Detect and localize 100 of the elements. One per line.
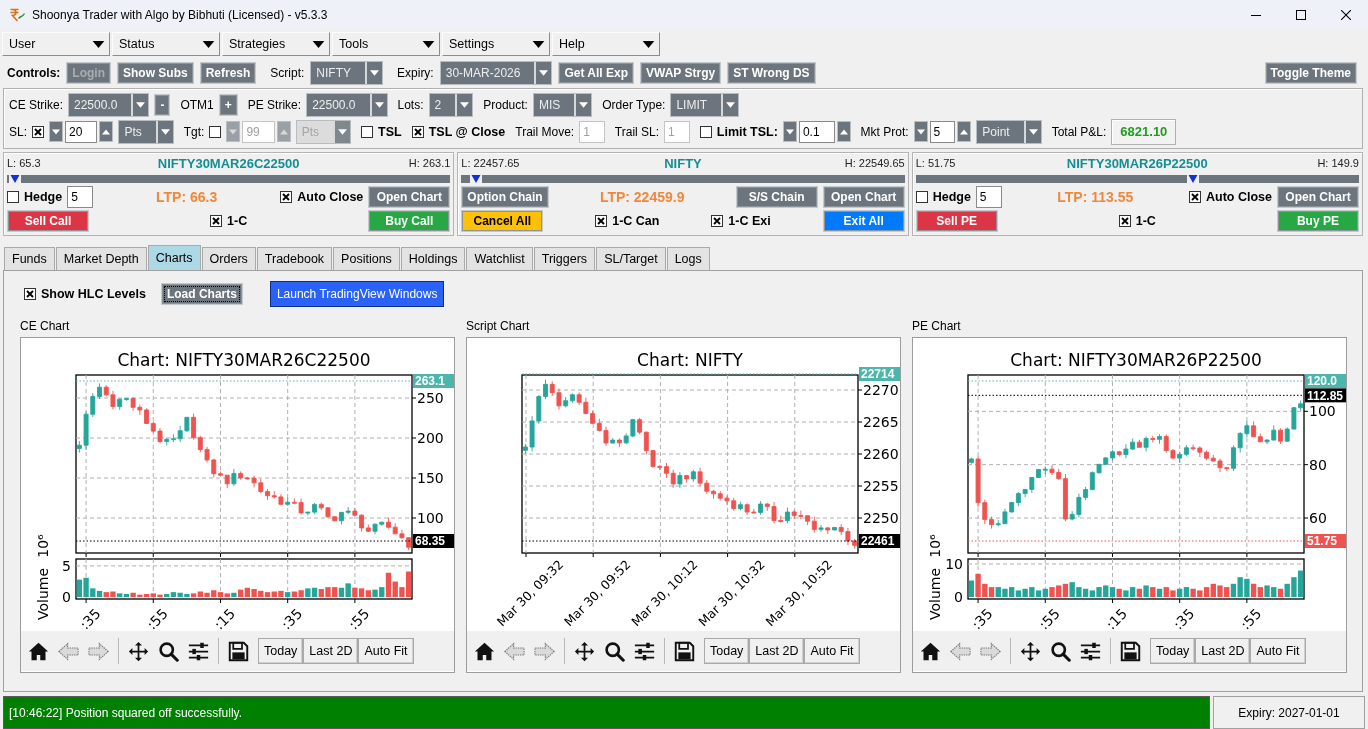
checkbox[interactable] [595,215,608,227]
last-2d-button[interactable]: Last 2D [303,638,359,664]
buy-pe-button[interactable]: Buy PE [1276,210,1359,232]
bar [1170,590,1176,598]
auto-fit-button[interactable]: Auto Fit [804,638,860,664]
checkbox[interactable] [1118,215,1131,227]
today-button[interactable]: Today [704,638,750,664]
checkbox[interactable] [915,191,928,203]
auto-fit-button[interactable]: Auto Fit [358,638,414,664]
notebook-tab[interactable]: Holdings [400,247,466,270]
menu-button[interactable]: Settings [442,32,550,56]
vwap-strgy-button[interactable]: VWAP Strgy [640,62,722,84]
text-field[interactable]: 5 [975,186,1002,208]
open-chart-button[interactable]: Open Chart [368,186,451,208]
notebook-tab[interactable]: Charts [147,245,201,270]
spin-up-button[interactable] [99,121,114,142]
refresh-button[interactable]: Refresh [199,62,257,84]
sliders-icon[interactable] [188,640,209,662]
bar [1210,583,1216,598]
bar [1002,588,1008,598]
home-icon[interactable] [474,640,495,662]
dropdown[interactable]: 22500.0 [68,92,150,117]
notebook-tab[interactable]: SL/Target [596,247,666,270]
notebook-tab[interactable]: Tradebook [256,247,333,270]
checkbox[interactable] [24,288,36,300]
menu-button[interactable]: Tools [332,32,440,56]
move-icon[interactable] [574,640,595,662]
checkbox[interactable] [361,125,374,138]
today-button[interactable]: Today [258,638,304,664]
checkbox[interactable] [411,125,424,138]
option-chain-button[interactable]: Option Chain [461,186,549,208]
sell-pe-button[interactable]: Sell PE [915,210,998,232]
number-field[interactable]: 0.1 [798,120,835,143]
checkbox[interactable] [699,125,712,138]
s-s-chain-button[interactable]: S/S Chain [735,186,818,208]
spin-up-button[interactable] [957,121,972,142]
checkbox[interactable] [210,215,223,227]
dropdown[interactable]: NIFTY [310,61,384,85]
buy-call-button[interactable]: Buy Call [368,210,451,232]
zoom-icon[interactable] [158,640,179,662]
cancel-all-button[interactable]: Cancel All [461,210,544,232]
notebook-tab[interactable]: Orders [201,247,256,270]
checkbox[interactable] [32,125,44,138]
menu-button[interactable]: User [2,32,110,56]
checkbox[interactable] [209,125,222,138]
spin-up-button[interactable] [836,121,851,142]
exit-all-button[interactable]: Exit All [822,210,905,232]
notebook-tab[interactable]: Triggers [533,247,596,270]
notebook-tab[interactable]: Funds [4,247,55,270]
save-icon[interactable] [1120,640,1141,662]
checkbox[interactable] [711,215,724,227]
today-button[interactable]: Today [1150,638,1196,664]
number-field[interactable]: 5 [929,120,956,143]
open-chart-button[interactable]: Open Chart [1277,186,1359,208]
sliders-icon[interactable] [1080,640,1101,662]
home-icon[interactable] [28,640,49,662]
dropdown[interactable]: 22500.0 [306,92,388,117]
dropdown[interactable]: LIMIT [670,92,740,117]
get-all-exp-button[interactable]: Get All Exp [558,62,634,84]
dropdown[interactable]: Point [976,119,1042,144]
dropdown[interactable]: MIS [532,92,593,117]
move-icon[interactable] [1020,640,1041,662]
dropdown[interactable]: Pts [118,119,174,144]
text-field[interactable]: 5 [67,186,93,208]
show-subs-button[interactable]: Show Subs [117,62,194,84]
spin-down-button[interactable] [49,121,63,142]
zoom-icon[interactable] [604,640,625,662]
save-icon[interactable] [228,640,249,662]
bar [1136,588,1143,598]
step-button[interactable]: - [154,93,171,116]
zoom-icon[interactable] [1050,640,1071,662]
last-2d-button[interactable]: Last 2D [749,638,805,664]
move-icon[interactable] [128,640,149,662]
checkbox[interactable] [280,191,293,203]
dropdown[interactable]: 2 [428,92,474,117]
save-icon[interactable] [674,640,695,662]
dropdown[interactable]: 30-MAR-2026 [439,61,553,85]
home-icon[interactable] [920,640,941,662]
number-field[interactable]: 20 [65,120,98,143]
open-chart-button[interactable]: Open Chart [822,186,905,208]
notebook-tab[interactable]: Watchlist [466,247,533,270]
st-wrong-ds-button[interactable]: ST Wrong DS [727,62,816,84]
step-button[interactable]: + [218,93,238,116]
auto-fit-button[interactable]: Auto Fit [1250,638,1306,664]
checkbox[interactable] [7,191,19,203]
spin-down-button[interactable] [782,121,797,142]
sell-call-button[interactable]: Sell Call [7,210,89,232]
notebook-tab[interactable]: Positions [333,247,400,270]
notebook-tab[interactable]: Logs [666,247,710,270]
checkbox[interactable] [1189,191,1201,203]
launch-tradingview-windows-button[interactable]: Launch TradingView Windows [269,281,445,307]
menu-button[interactable]: Status [112,32,220,56]
toggle-theme-button[interactable]: Toggle Theme [1264,62,1357,84]
menu-button[interactable]: Help [552,32,660,56]
menu-button[interactable]: Strategies [222,32,330,56]
spin-down-button[interactable] [913,121,928,142]
load-charts-button[interactable]: Load Charts [160,283,243,305]
sliders-icon[interactable] [634,640,655,662]
last-2d-button[interactable]: Last 2D [1195,638,1251,664]
notebook-tab[interactable]: Market Depth [55,247,147,270]
